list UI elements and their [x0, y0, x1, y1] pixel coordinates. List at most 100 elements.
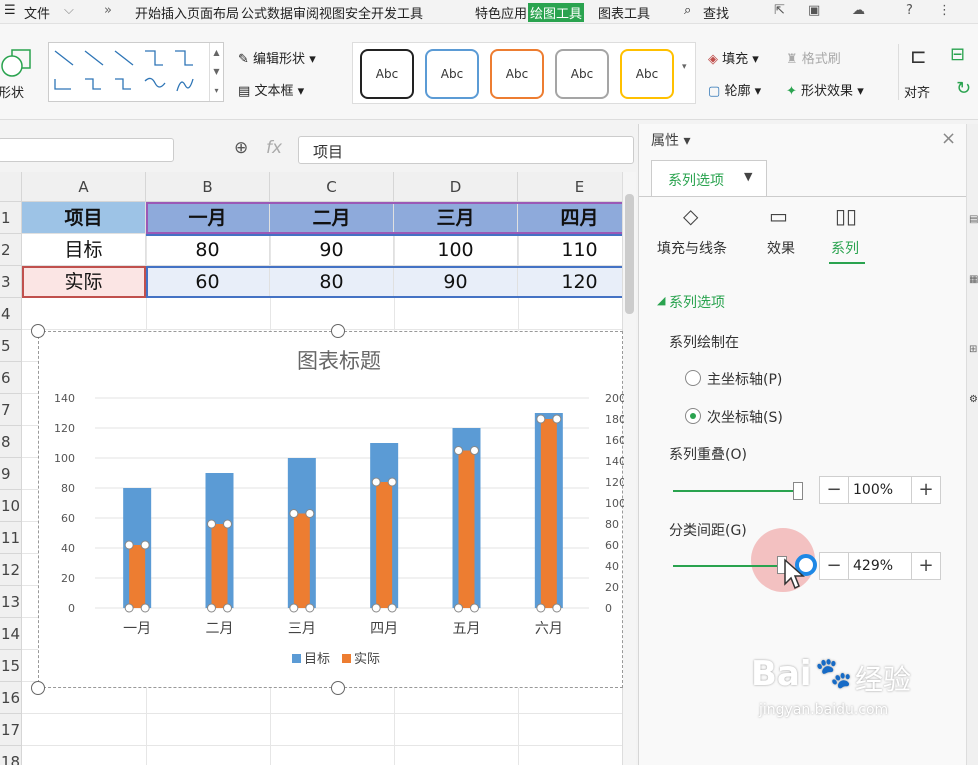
style-gallery-more-icon[interactable]: ▾: [682, 62, 687, 72]
selection-handle[interactable]: [371, 477, 381, 487]
chart-title[interactable]: 图表标题: [297, 349, 381, 373]
bar-actual[interactable]: [458, 450, 475, 609]
section-series-options[interactable]: 系列选项: [669, 292, 725, 312]
selection-handle[interactable]: [387, 603, 397, 613]
subtab-effects[interactable]: 效果: [767, 238, 795, 258]
row-header-5[interactable]: 5: [0, 330, 22, 362]
bar-actual[interactable]: [540, 419, 557, 608]
column-header-e[interactable]: E: [518, 172, 622, 202]
selection-handle[interactable]: [140, 540, 150, 550]
row-header-3[interactable]: 3: [0, 266, 22, 298]
cloud-icon[interactable]: ☁: [852, 3, 865, 18]
row-header-9[interactable]: 9: [0, 458, 22, 490]
sidebar-icon[interactable]: ⚙: [969, 394, 978, 405]
subtab-series[interactable]: 系列: [831, 238, 859, 258]
row-header-1[interactable]: 1: [0, 202, 22, 234]
row-header-2[interactable]: 2: [0, 234, 22, 266]
cell-a1[interactable]: 项目: [22, 202, 146, 234]
bar-actual[interactable]: [129, 545, 146, 608]
column-header-d[interactable]: D: [394, 172, 518, 202]
selection-handle[interactable]: [305, 509, 315, 518]
align-button[interactable]: 对齐: [904, 82, 930, 101]
style-preset-dark[interactable]: Abc: [360, 49, 414, 99]
row-header-7[interactable]: 7: [0, 394, 22, 426]
share-icon[interactable]: ⇱: [774, 3, 785, 18]
bar-actual[interactable]: [293, 513, 310, 609]
text-box-button[interactable]: ▤ 文本框 ▾: [238, 80, 304, 99]
menu-file[interactable]: 文件: [24, 3, 50, 22]
cell-b2[interactable]: 80: [146, 234, 270, 266]
resize-handle[interactable]: [31, 324, 45, 338]
cell-d2[interactable]: 100: [394, 234, 518, 266]
cell-a2[interactable]: 目标: [22, 234, 146, 266]
selection-handle[interactable]: [470, 603, 479, 613]
more-icon[interactable]: ⋮: [938, 3, 951, 18]
column-header-c[interactable]: C: [270, 172, 394, 202]
row-header-14[interactable]: 14: [0, 618, 22, 650]
selection-handle[interactable]: [207, 519, 216, 529]
row-header-13[interactable]: 13: [0, 586, 22, 618]
selection-handle[interactable]: [552, 414, 562, 424]
row-header-8[interactable]: 8: [0, 426, 22, 458]
row-header-16[interactable]: 16: [0, 682, 22, 714]
row-header-6[interactable]: 6: [0, 362, 22, 394]
overlap-slider-thumb[interactable]: [793, 482, 803, 500]
rotate-icon[interactable]: ↻: [956, 78, 971, 99]
format-painter-button[interactable]: ♜ 格式刷: [786, 48, 841, 67]
gap-width-decrease-button[interactable]: −: [820, 553, 848, 579]
bar-series-icon[interactable]: ▯▯: [835, 204, 857, 228]
menu-tab-data[interactable]: 数据: [267, 3, 293, 22]
fill-line-icon[interactable]: ◇: [683, 204, 698, 228]
gap-width-stepper[interactable]: − 429% +: [819, 552, 941, 580]
selection-handle[interactable]: [289, 603, 299, 613]
style-preset-gray[interactable]: Abc: [555, 49, 609, 99]
scroll-thumb[interactable]: [625, 194, 634, 314]
menu-tab-special[interactable]: 特色应用: [475, 3, 527, 22]
legend-label[interactable]: 目标: [304, 652, 330, 667]
overlap-value-input[interactable]: 100%: [848, 477, 912, 503]
row-header-11[interactable]: 11: [0, 522, 22, 554]
selection-handle[interactable]: [536, 414, 546, 424]
menu-tab-developer[interactable]: 开发工具: [371, 3, 423, 22]
row-header-12[interactable]: 12: [0, 554, 22, 586]
menu-more[interactable]: »: [104, 3, 112, 18]
shape-icon[interactable]: [0, 44, 34, 84]
chevron-down-icon[interactable]: ⌵: [64, 3, 74, 18]
search-icon[interactable]: ⌕: [684, 3, 691, 18]
selection-handle[interactable]: [124, 603, 134, 613]
menu-tab-review[interactable]: 审阅: [293, 3, 319, 22]
close-icon[interactable]: ×: [941, 128, 956, 149]
fx-icon[interactable]: fx: [266, 138, 282, 158]
row-header-17[interactable]: 17: [0, 714, 22, 746]
selection-handle[interactable]: [223, 519, 232, 529]
fill-button[interactable]: ◈ 填充 ▾: [708, 48, 759, 67]
selection-handle[interactable]: [140, 603, 150, 613]
selection-handle[interactable]: [207, 603, 216, 613]
line-shapes-icon[interactable]: [49, 43, 209, 101]
menu-search[interactable]: 查找: [703, 3, 729, 22]
collapse-icon[interactable]: ◢: [657, 294, 665, 307]
chart-area[interactable]: 图表标题 0 20 40 60 80 100 120 140 0 20 40 60 80 100 120 1…: [31, 324, 626, 695]
subtab-fill-line[interactable]: 填充与线条: [657, 238, 727, 258]
menu-tab-drawing-tools[interactable]: 绘图工具: [528, 3, 585, 22]
cell-c2[interactable]: 90: [270, 234, 394, 266]
formula-input[interactable]: 项目: [298, 136, 634, 164]
overlap-decrease-button[interactable]: −: [820, 477, 848, 503]
hamburger-icon[interactable]: ☰: [4, 3, 16, 18]
select-all-corner[interactable]: [0, 172, 22, 202]
column-header-a[interactable]: A: [22, 172, 146, 202]
menu-tab-view[interactable]: 视图: [319, 3, 345, 22]
secondary-axis-radio[interactable]: [685, 408, 701, 424]
panel-title[interactable]: 属性 ▾: [651, 130, 690, 150]
gap-width-value-input[interactable]: 429%: [848, 553, 912, 579]
selection-handle[interactable]: [305, 603, 315, 613]
row-header-10[interactable]: 10: [0, 490, 22, 522]
help-icon[interactable]: ?: [906, 3, 913, 18]
overlap-increase-button[interactable]: +: [912, 477, 940, 503]
vertical-scrollbar[interactable]: [622, 172, 636, 765]
selection-handle[interactable]: [470, 446, 479, 455]
bar-actual[interactable]: [376, 482, 393, 608]
menu-tab-page-layout[interactable]: 页面布局: [187, 3, 239, 22]
legend-label[interactable]: 实际: [354, 652, 380, 667]
shape-gallery[interactable]: ▲ ▼ ▾: [48, 42, 224, 102]
